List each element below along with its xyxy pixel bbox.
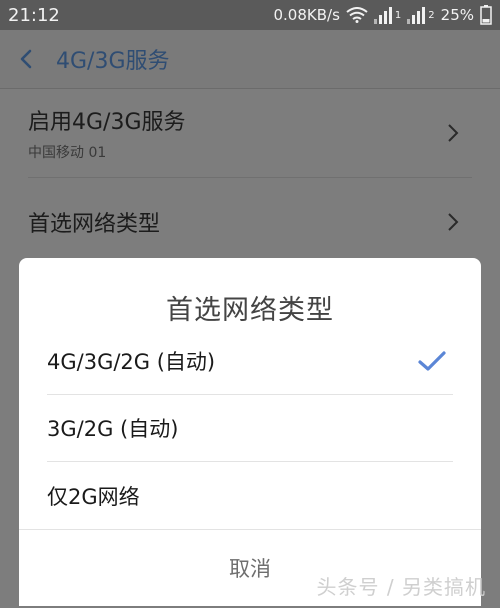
dialog-title: 首选网络类型 (166, 295, 334, 326)
settings-list: 启用4G/3G服务 中国移动 01 首选网络类型 (0, 89, 500, 267)
status-icons: 0.08KB/s 1 2 25% (274, 5, 493, 25)
battery-icon (480, 5, 492, 25)
signal-icon (407, 6, 426, 24)
network-type-dialog: 首选网络类型 4G/3G/2G (自动) 3G/2G (自动) 仅2G网络 取消 (19, 258, 481, 606)
settings-item-label: 启用4G/3G服务 (28, 110, 186, 135)
option-3g-2g-auto[interactable]: 3G/2G (自动) (47, 395, 453, 462)
wifi-icon (346, 7, 368, 23)
chevron-right-icon (448, 213, 459, 231)
option-label: 仅2G网络 (47, 484, 140, 509)
option-label: 3G/2G (自动) (47, 417, 179, 441)
signal-icon (373, 6, 392, 24)
option-4g-3g-2g-auto[interactable]: 4G/3G/2G (自动) (47, 328, 453, 395)
watermark: 头条号 / 另类搞机 (316, 575, 486, 599)
status-bar: 21:12 0.08KB/s 1 2 25% (0, 0, 500, 30)
back-icon[interactable] (16, 48, 38, 70)
page-title: 4G/3G服务 (56, 49, 170, 74)
settings-item-enable-service[interactable]: 启用4G/3G服务 中国移动 01 (28, 89, 472, 178)
settings-item-preferred-network[interactable]: 首选网络类型 (28, 178, 472, 267)
settings-item-sublabel: 中国移动 01 (28, 145, 107, 161)
settings-item-label: 首选网络类型 (28, 212, 161, 237)
chevron-right-icon (448, 124, 459, 142)
app-header: 4G/3G服务 (0, 30, 500, 89)
sim2-index: 2 (428, 9, 435, 21)
sim1-index: 1 (394, 9, 402, 21)
option-label: 4G/3G/2G (自动) (47, 350, 216, 374)
status-time: 21:12 (8, 4, 60, 26)
option-2g-only[interactable]: 仅2G网络 (47, 462, 453, 529)
check-icon (418, 351, 446, 371)
network-speed: 0.08KB/s (273, 6, 340, 24)
battery-level: 25% (440, 6, 474, 24)
